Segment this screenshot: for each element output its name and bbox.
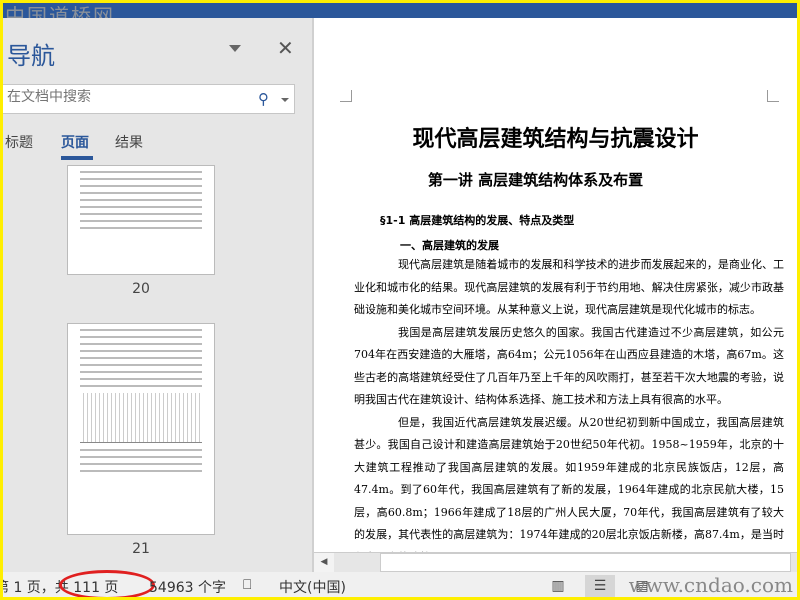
title-bar: 中国道桥网 — [3, 3, 797, 28]
document-page[interactable]: 现代高层建筑结构与抗震设计 第一讲 高层建筑结构体系及布置 §1-1 高层建筑结… — [314, 18, 797, 552]
highlight-circle — [59, 570, 155, 597]
subsection-heading: 一、高层建筑的发展 — [400, 239, 499, 252]
margin-mark — [340, 90, 352, 102]
watermark-url: www.cndao.com — [628, 573, 793, 597]
nav-title: 导航 — [7, 42, 55, 70]
search-input[interactable] — [7, 89, 247, 105]
paragraph: 我国是高层建筑发展历史悠久的国家。我国古代建造过不少高层建筑，如公元704年在西… — [354, 325, 784, 407]
active-tab-indicator — [61, 156, 93, 160]
language[interactable]: 中文(中国) — [279, 577, 346, 597]
page-thumbnail-21[interactable] — [67, 323, 215, 535]
tab-pages[interactable]: 页面 — [61, 132, 89, 152]
page-thumbnail-20[interactable] — [67, 165, 215, 275]
close-icon[interactable]: ✕ — [277, 36, 294, 60]
word-window: 中国道桥网 导航 ✕ ⚲ 标题 页面 结果 20 21 现代高层建筑结构与抗震设… — [3, 3, 797, 597]
document-body: 现代高层建筑是随着城市的发展和科学技术的进步而发展起来的，是商业化、工业化和城市… — [354, 254, 784, 552]
navigation-pane: 导航 ✕ ⚲ 标题 页面 结果 20 21 — [3, 18, 312, 572]
thumbnail-label: 20 — [132, 281, 150, 297]
search-icon[interactable]: ⚲ — [258, 90, 269, 108]
scrollbar-thumb[interactable] — [380, 553, 791, 572]
lecture-heading: 第一讲 高层建筑结构体系及布置 — [427, 171, 644, 189]
paragraph: 现代高层建筑是随着城市的发展和科学技术的进步而发展起来的，是商业化、工业化和城市… — [354, 258, 784, 316]
thumbnail-label: 21 — [132, 541, 150, 557]
scroll-left-icon[interactable]: ◀ — [314, 553, 334, 572]
paragraph: 但是，我国近代高层建筑发展迟缓。从20世纪初到新中国成立，我国高层建筑甚少。我国… — [354, 415, 784, 553]
proofing-icon[interactable]: ⎕ — [243, 577, 251, 593]
document-title: 现代高层建筑结构与抗震设计 — [412, 126, 699, 152]
tab-headings[interactable]: 标题 — [5, 132, 33, 152]
horizontal-scrollbar[interactable]: ◀ — [314, 552, 797, 572]
margin-mark — [767, 90, 779, 102]
print-layout-icon[interactable]: ☰ — [585, 575, 615, 597]
tab-results[interactable]: 结果 — [115, 132, 143, 152]
word-count[interactable]: 54963 个字 — [149, 577, 226, 597]
read-mode-icon[interactable]: ▥ — [543, 575, 573, 597]
chevron-down-icon[interactable] — [229, 45, 241, 52]
search-box[interactable]: ⚲ — [3, 84, 295, 114]
section-heading: §1-1 高层建筑结构的发展、特点及类型 — [380, 214, 575, 227]
search-options-chevron-icon[interactable] — [281, 98, 289, 102]
status-bar: 第 1 页，共 111 页 54963 个字 ⎕ 中文(中国) ▥ ☰ ▤ ww… — [3, 570, 797, 597]
